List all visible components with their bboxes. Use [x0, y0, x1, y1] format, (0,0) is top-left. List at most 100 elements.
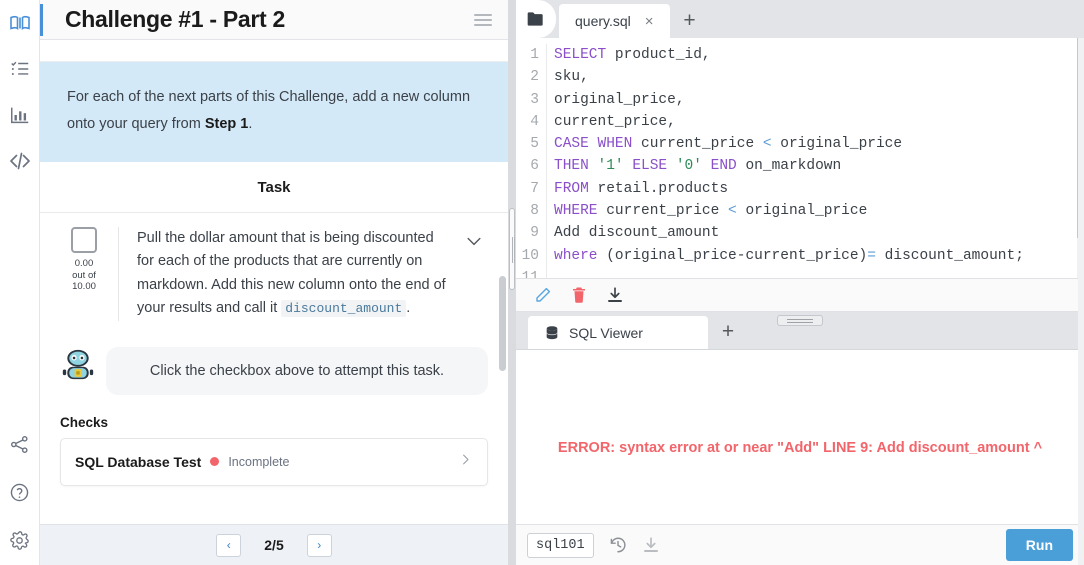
book-icon[interactable]: [7, 10, 33, 36]
hamburger-menu-icon[interactable]: [474, 13, 492, 26]
task-score-column: 0.00 out of 10.00: [60, 226, 118, 321]
task-row: 0.00 out of 10.00 Pull the dollar amount…: [40, 212, 508, 333]
code-line-text: current_price,: [554, 113, 676, 130]
download-icon[interactable]: [606, 286, 624, 304]
callout-bold-step: Step 1: [204, 115, 249, 132]
lesson-header: Challenge #1 - Part 2: [40, 0, 508, 40]
chevron-right-icon: [463, 454, 469, 464]
query-error-message: ERROR: syntax error at or near "Add" LIN…: [557, 440, 1043, 456]
check-expand-arrow[interactable]: [458, 452, 473, 472]
task-checkbox[interactable]: [71, 226, 97, 253]
task-collapse-toggle[interactable]: [460, 227, 488, 321]
viewer-tab-sql-viewer[interactable]: SQL Viewer: [528, 316, 708, 349]
edit-pencil-icon[interactable]: [534, 286, 552, 304]
code-line-text: THEN '1' ELSE '0' END on_markdown: [554, 158, 842, 175]
folder-icon[interactable]: [516, 0, 556, 38]
line-number: 8: [530, 203, 539, 220]
panel-divider-handle[interactable]: [509, 208, 515, 290]
prev-page-button[interactable]: ‹: [216, 533, 242, 557]
code-line: 10 where (original_price-current_price)= …: [516, 244, 1084, 267]
query-results-area: ERROR: syntax error at or near "Add" LIN…: [516, 350, 1084, 524]
code-line: 7 FROM retail.products: [516, 177, 1084, 201]
bot-avatar: [62, 349, 94, 379]
download-icon[interactable]: [642, 536, 660, 554]
database-icon: [546, 325, 558, 339]
close-icon[interactable]: ×: [641, 14, 658, 29]
task-code-chip: discount_amount: [281, 300, 407, 318]
page-title: Challenge #1 - Part 2: [65, 6, 285, 32]
new-editor-tab-button[interactable]: +: [670, 4, 710, 38]
line-number: 11: [521, 269, 539, 278]
check-item[interactable]: SQL Database Test Incomplete: [60, 437, 488, 486]
code-line: 3 original_price,: [516, 88, 1084, 111]
code-line: 1 SELECT product_id,: [516, 44, 1084, 67]
line-number: 2: [530, 69, 539, 86]
panel-resize-handle[interactable]: [777, 315, 823, 326]
new-viewer-tab-button[interactable]: +: [708, 315, 748, 349]
task-score: 0.00 out of 10.00: [72, 258, 96, 294]
query-statusbar: sql101 Run: [516, 524, 1084, 565]
code-line-text: SELECT product_id,: [554, 47, 711, 63]
check-status: Incomplete: [228, 454, 290, 469]
task-text-after: .: [406, 300, 411, 317]
viewer-tab-label: SQL Viewer: [569, 324, 643, 341]
page-indicator: 2/5: [264, 537, 284, 553]
history-icon[interactable]: [609, 536, 627, 554]
bot-message-row: Click the checkbox above to attempt this…: [40, 333, 508, 395]
lesson-body: For each of the next parts of this Chall…: [40, 40, 508, 565]
checks-section-label: Checks: [60, 414, 109, 430]
lesson-scrollbar[interactable]: [499, 96, 506, 541]
line-number: 3: [530, 91, 539, 108]
viewer-tab-bar: SQL Viewer +: [516, 312, 1084, 350]
callout-text-before: For each of the next parts of this Chall…: [67, 89, 471, 132]
check-name: SQL Database Test: [75, 453, 202, 470]
code-line-text: where (original_price-current_price)= di…: [554, 247, 1024, 264]
code-lines: 1 SELECT product_id, 2 sku, 3 original_price,…: [516, 38, 1084, 278]
panel-divider[interactable]: [508, 0, 516, 565]
bot-message-bubble: Click the checkbox above to attempt this…: [106, 346, 488, 395]
code-line-text: CASE WHEN current_price < original_price: [554, 136, 903, 153]
task-description: Pull the dollar amount that is being dis…: [118, 226, 460, 321]
code-line: 5 CASE WHEN current_price < original_pric…: [516, 133, 1084, 156]
score-line-1: 0.00: [74, 257, 94, 269]
score-line-3: 10.00: [72, 281, 96, 293]
content-spacer: [40, 40, 508, 62]
lesson-scroll-content: For each of the next parts of this Chall…: [40, 40, 508, 486]
settings-icon[interactable]: [7, 527, 33, 553]
icon-rail-top-group: [7, 0, 33, 174]
lesson-pagination: ‹ 2/5 ›: [40, 524, 508, 565]
line-number: 1: [530, 47, 539, 63]
chevron-down-icon: [467, 237, 481, 245]
next-page-button[interactable]: ›: [306, 533, 332, 557]
instruction-callout: For each of the next parts of this Chall…: [40, 62, 508, 162]
bar-chart-icon[interactable]: [7, 102, 33, 128]
lesson-scrollbar-thumb[interactable]: [499, 276, 506, 371]
status-dot-icon: [210, 457, 220, 467]
code-line: 8 WHERE current_price < original_price: [516, 200, 1084, 223]
share-icon[interactable]: [7, 431, 33, 457]
editor-tab-label: query.sql: [575, 13, 631, 29]
code-line: 4 current_price,: [516, 110, 1084, 134]
lesson-panel: Challenge #1 - Part 2 For each of the ne…: [40, 0, 508, 565]
delete-trash-icon[interactable]: [570, 286, 588, 304]
editor-tab-query-sql[interactable]: query.sql ×: [559, 4, 670, 38]
task-section-header: Task: [40, 161, 508, 213]
code-icon[interactable]: [7, 148, 33, 174]
line-number: 10: [521, 247, 539, 264]
sql-code-editor[interactable]: 1 SELECT product_id, 2 sku, 3 original_price,…: [516, 38, 1084, 278]
sql-workspace: query.sql × + 1 SELECT product_id, 2 sku, 3 o…: [516, 0, 1084, 565]
code-line: 11: [516, 266, 1084, 278]
line-number: 6: [530, 158, 539, 175]
score-line-2: out of: [72, 269, 96, 281]
line-number: 5: [530, 136, 539, 153]
checklist-icon[interactable]: [7, 56, 33, 82]
line-number: 4: [530, 113, 539, 130]
editor-tab-bar: query.sql × +: [516, 0, 1084, 38]
database-selector[interactable]: sql101: [527, 532, 594, 558]
run-query-button[interactable]: Run: [1005, 529, 1073, 561]
header-accent-bar: [40, 4, 43, 36]
editor-toolbar: [516, 278, 1084, 312]
help-icon[interactable]: [7, 479, 33, 505]
right-panel-scrollbar[interactable]: [1078, 38, 1084, 565]
